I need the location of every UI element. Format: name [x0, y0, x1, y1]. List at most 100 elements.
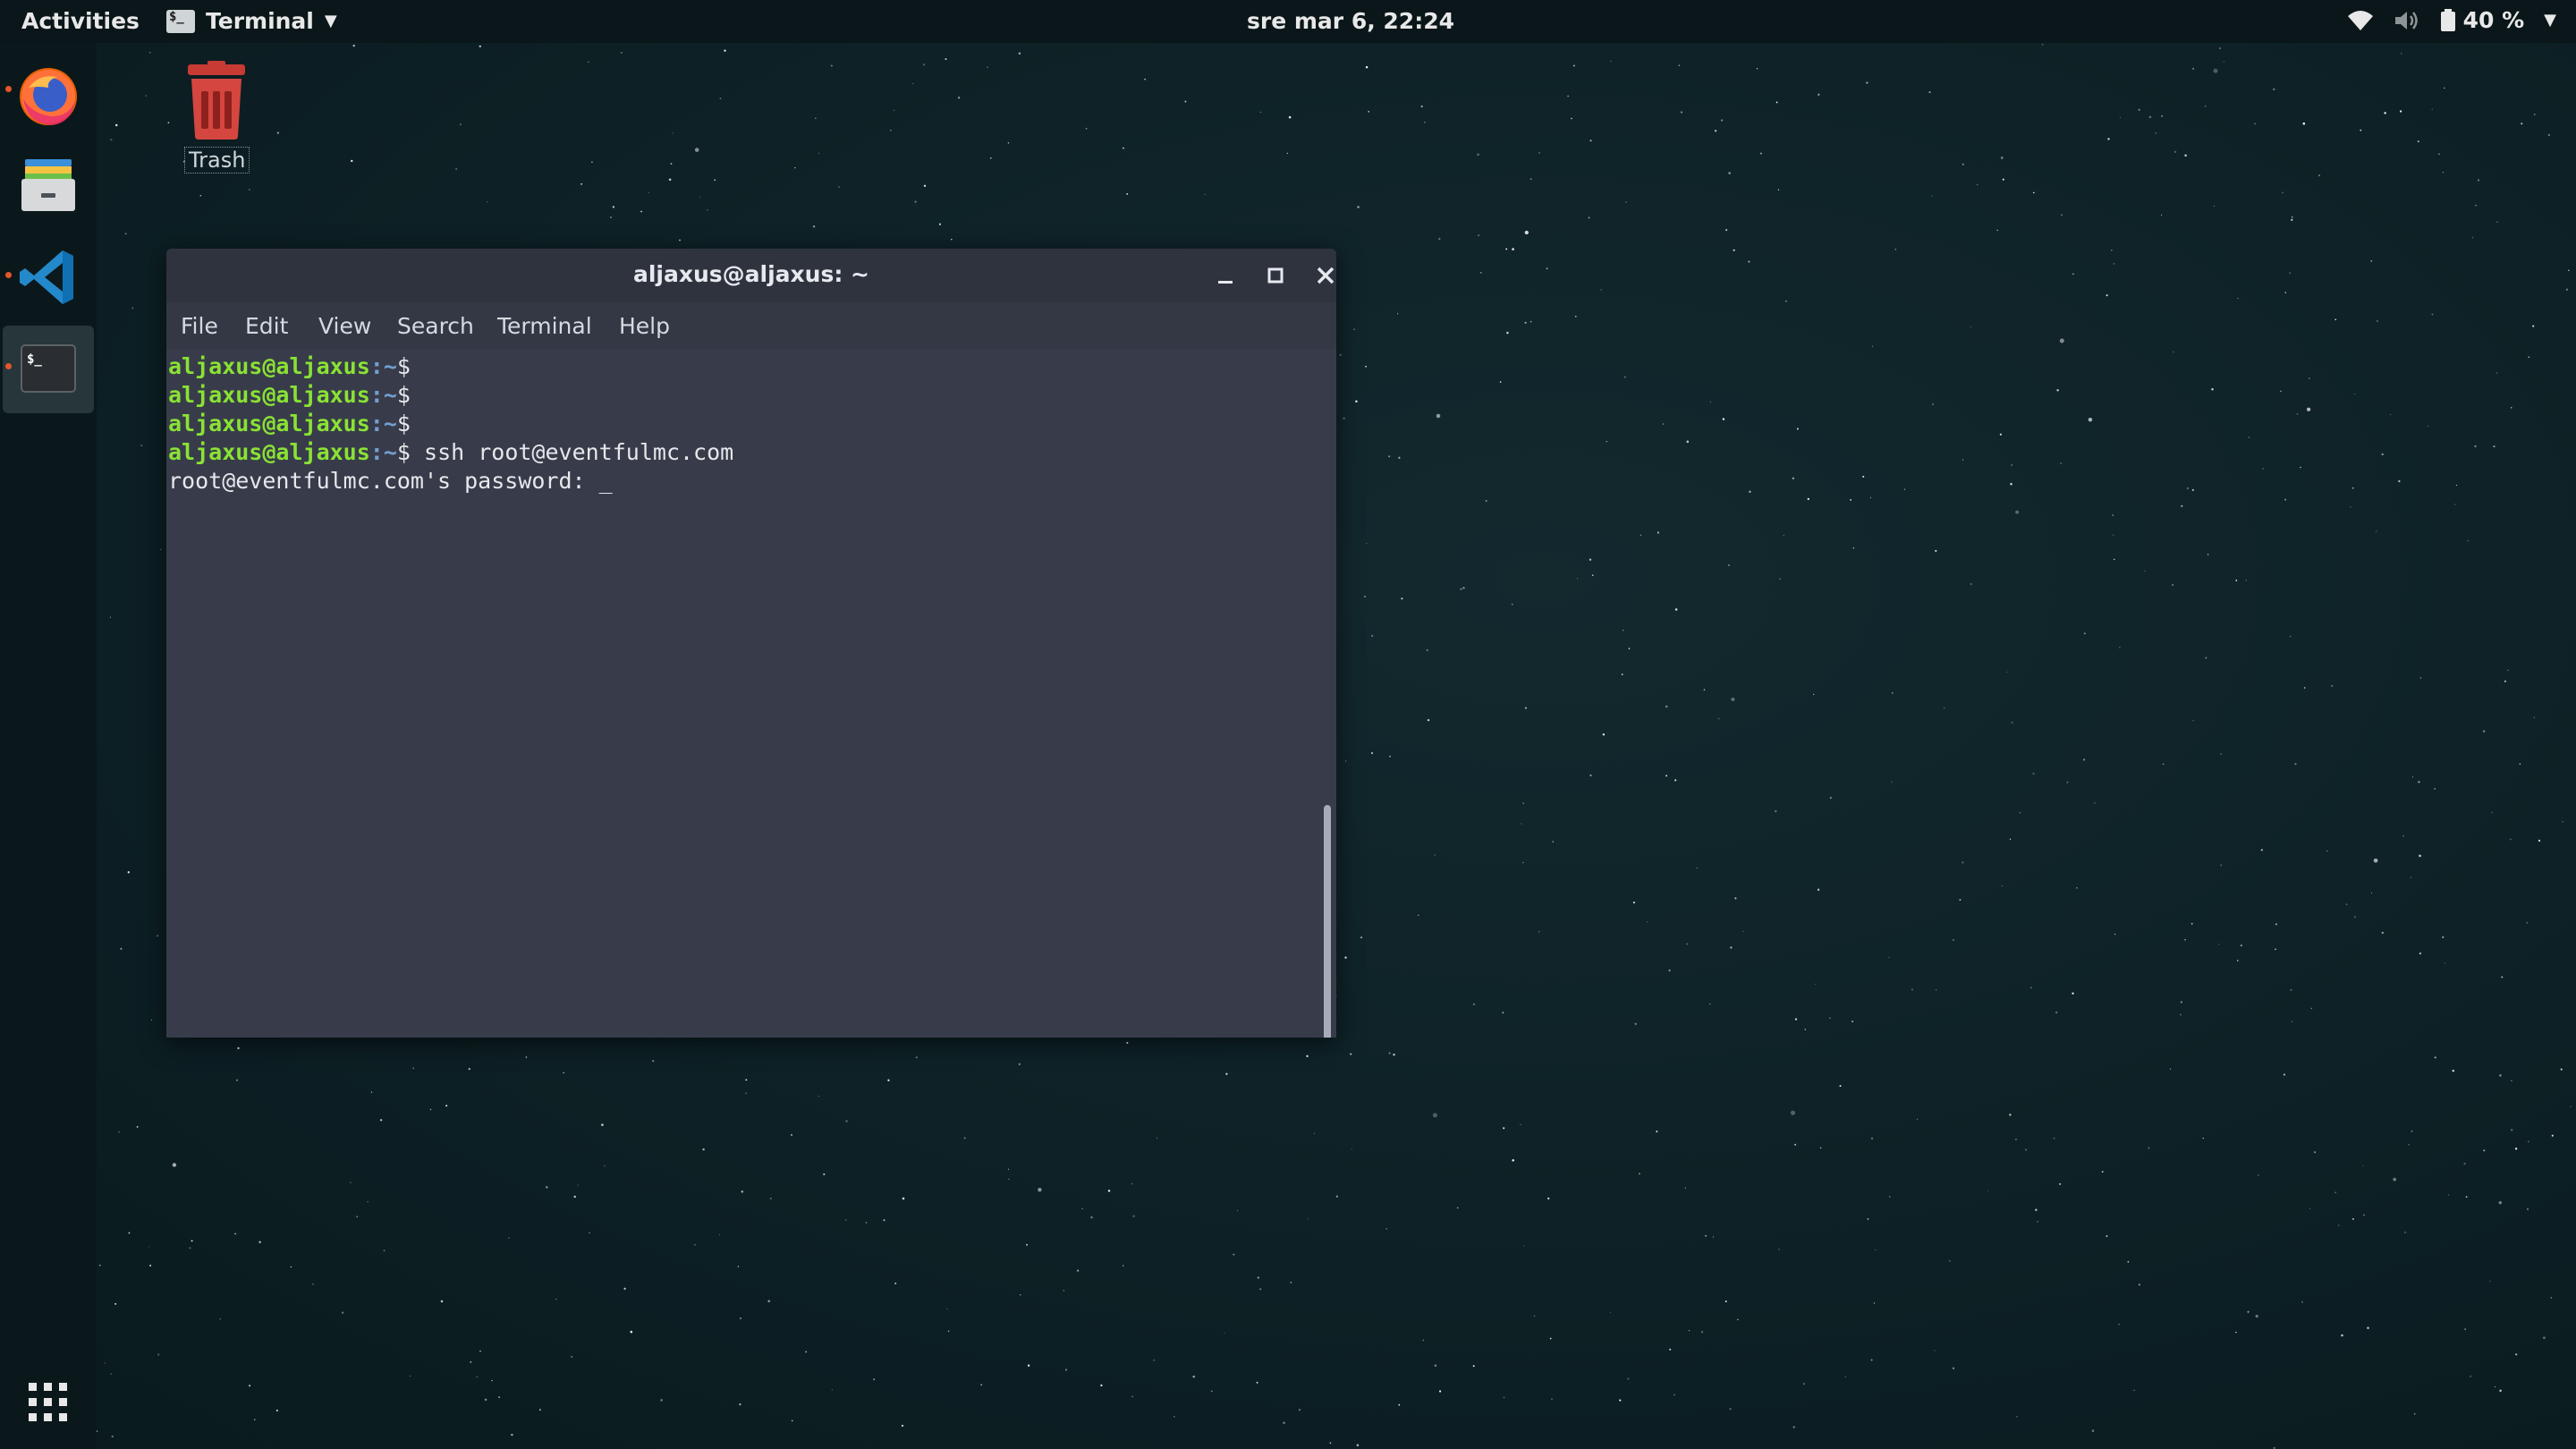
star — [1210, 1390, 1213, 1393]
star — [1085, 127, 1088, 130]
vscode-icon[interactable] — [13, 242, 84, 313]
star — [2362, 1165, 2364, 1166]
menu-search[interactable]: Search — [397, 313, 474, 339]
star — [2533, 716, 2535, 718]
minimize-button[interactable] — [1209, 259, 1241, 292]
star — [2000, 157, 2004, 159]
star — [1575, 316, 1577, 318]
star — [1742, 930, 1744, 932]
star — [1970, 326, 1971, 327]
running-indicator — [5, 363, 12, 369]
star — [2360, 129, 2362, 131]
star — [1259, 111, 1262, 114]
star — [914, 200, 917, 203]
star — [1733, 249, 1735, 251]
star — [1439, 1390, 1442, 1393]
star — [1546, 267, 1548, 270]
star — [699, 197, 701, 199]
volume-icon — [2394, 11, 2418, 30]
star — [149, 1264, 152, 1267]
star — [823, 1173, 826, 1175]
files-icon[interactable] — [13, 148, 84, 220]
window-titlebar[interactable]: aljaxus@aljaxus: ~ — [166, 249, 1336, 302]
terminal-window[interactable]: aljaxus@aljaxus: ~ File Edit View Search… — [166, 249, 1336, 1038]
star — [1530, 178, 1532, 180]
star — [1748, 260, 1750, 263]
star — [1962, 861, 1964, 864]
maximize-button[interactable] — [1259, 259, 1292, 292]
star — [2015, 1139, 2017, 1140]
star — [2127, 1260, 2130, 1263]
star — [1705, 1234, 1707, 1237]
star — [2219, 47, 2221, 49]
star — [1850, 498, 1852, 501]
star — [2499, 1389, 2502, 1393]
star — [1460, 588, 1462, 590]
star — [865, 1222, 868, 1224]
star — [110, 1373, 112, 1375]
close-button[interactable] — [1309, 259, 1336, 292]
star — [1100, 1384, 1103, 1386]
menu-file[interactable]: File — [181, 313, 218, 339]
star — [2431, 108, 2433, 110]
trash-icon[interactable] — [177, 61, 256, 141]
star — [1779, 578, 1781, 580]
menu-edit[interactable]: Edit — [245, 313, 288, 339]
star — [199, 194, 202, 197]
star — [1662, 423, 1665, 425]
star — [145, 95, 147, 97]
star — [1512, 1158, 1514, 1162]
star — [2452, 1069, 2455, 1072]
system-tray[interactable]: 40 % ▼ — [2347, 7, 2556, 33]
star — [104, 1362, 106, 1364]
star — [1007, 1168, 1009, 1170]
menu-terminal[interactable]: Terminal — [497, 313, 592, 339]
star — [160, 548, 162, 551]
star — [1549, 1337, 1552, 1340]
star — [1829, 796, 1832, 799]
star — [1370, 634, 1374, 638]
menu-help[interactable]: Help — [619, 313, 670, 339]
menu-view[interactable]: View — [318, 313, 371, 339]
star — [2507, 669, 2509, 672]
clock[interactable]: sre mar 6, 22:24 — [1247, 8, 1454, 34]
star — [1943, 707, 1945, 709]
star — [1426, 648, 1428, 651]
star — [150, 1019, 152, 1021]
star — [2119, 647, 2121, 648]
star — [1424, 122, 1426, 123]
app-menu[interactable]: $_ Terminal ▼ — [166, 8, 337, 34]
star — [1385, 1227, 1388, 1230]
star — [1888, 957, 1890, 959]
star — [652, 1059, 655, 1063]
show-apps-icon[interactable] — [27, 1381, 70, 1424]
star — [938, 223, 941, 225]
star — [2205, 657, 2207, 659]
terminal-output[interactable]: aljaxus@aljaxus:~$ aljaxus@aljaxus:~$ alja… — [166, 349, 1317, 1038]
terminal-icon[interactable]: $_ — [13, 333, 84, 404]
star — [2282, 191, 2284, 194]
firefox-icon[interactable] — [13, 61, 84, 132]
star — [511, 1433, 513, 1436]
scrollbar[interactable] — [1317, 349, 1336, 1038]
star — [1360, 936, 1363, 939]
star — [1962, 163, 1964, 165]
star — [2337, 1224, 2340, 1226]
star — [1903, 488, 1906, 490]
star — [2498, 1200, 2503, 1205]
star — [2213, 68, 2218, 73]
star — [1696, 868, 1698, 869]
scrollbar-thumb[interactable] — [1324, 805, 1331, 1038]
star — [172, 1163, 177, 1167]
star — [2399, 110, 2402, 113]
star — [2114, 933, 2116, 936]
star — [2059, 338, 2064, 343]
star — [1839, 1085, 1842, 1088]
activities-button[interactable]: Activities — [21, 8, 140, 34]
star — [118, 1131, 120, 1133]
star — [109, 616, 111, 618]
star — [1756, 68, 1758, 70]
star — [668, 178, 672, 182]
star — [1398, 1403, 1401, 1406]
star — [2060, 462, 2062, 464]
